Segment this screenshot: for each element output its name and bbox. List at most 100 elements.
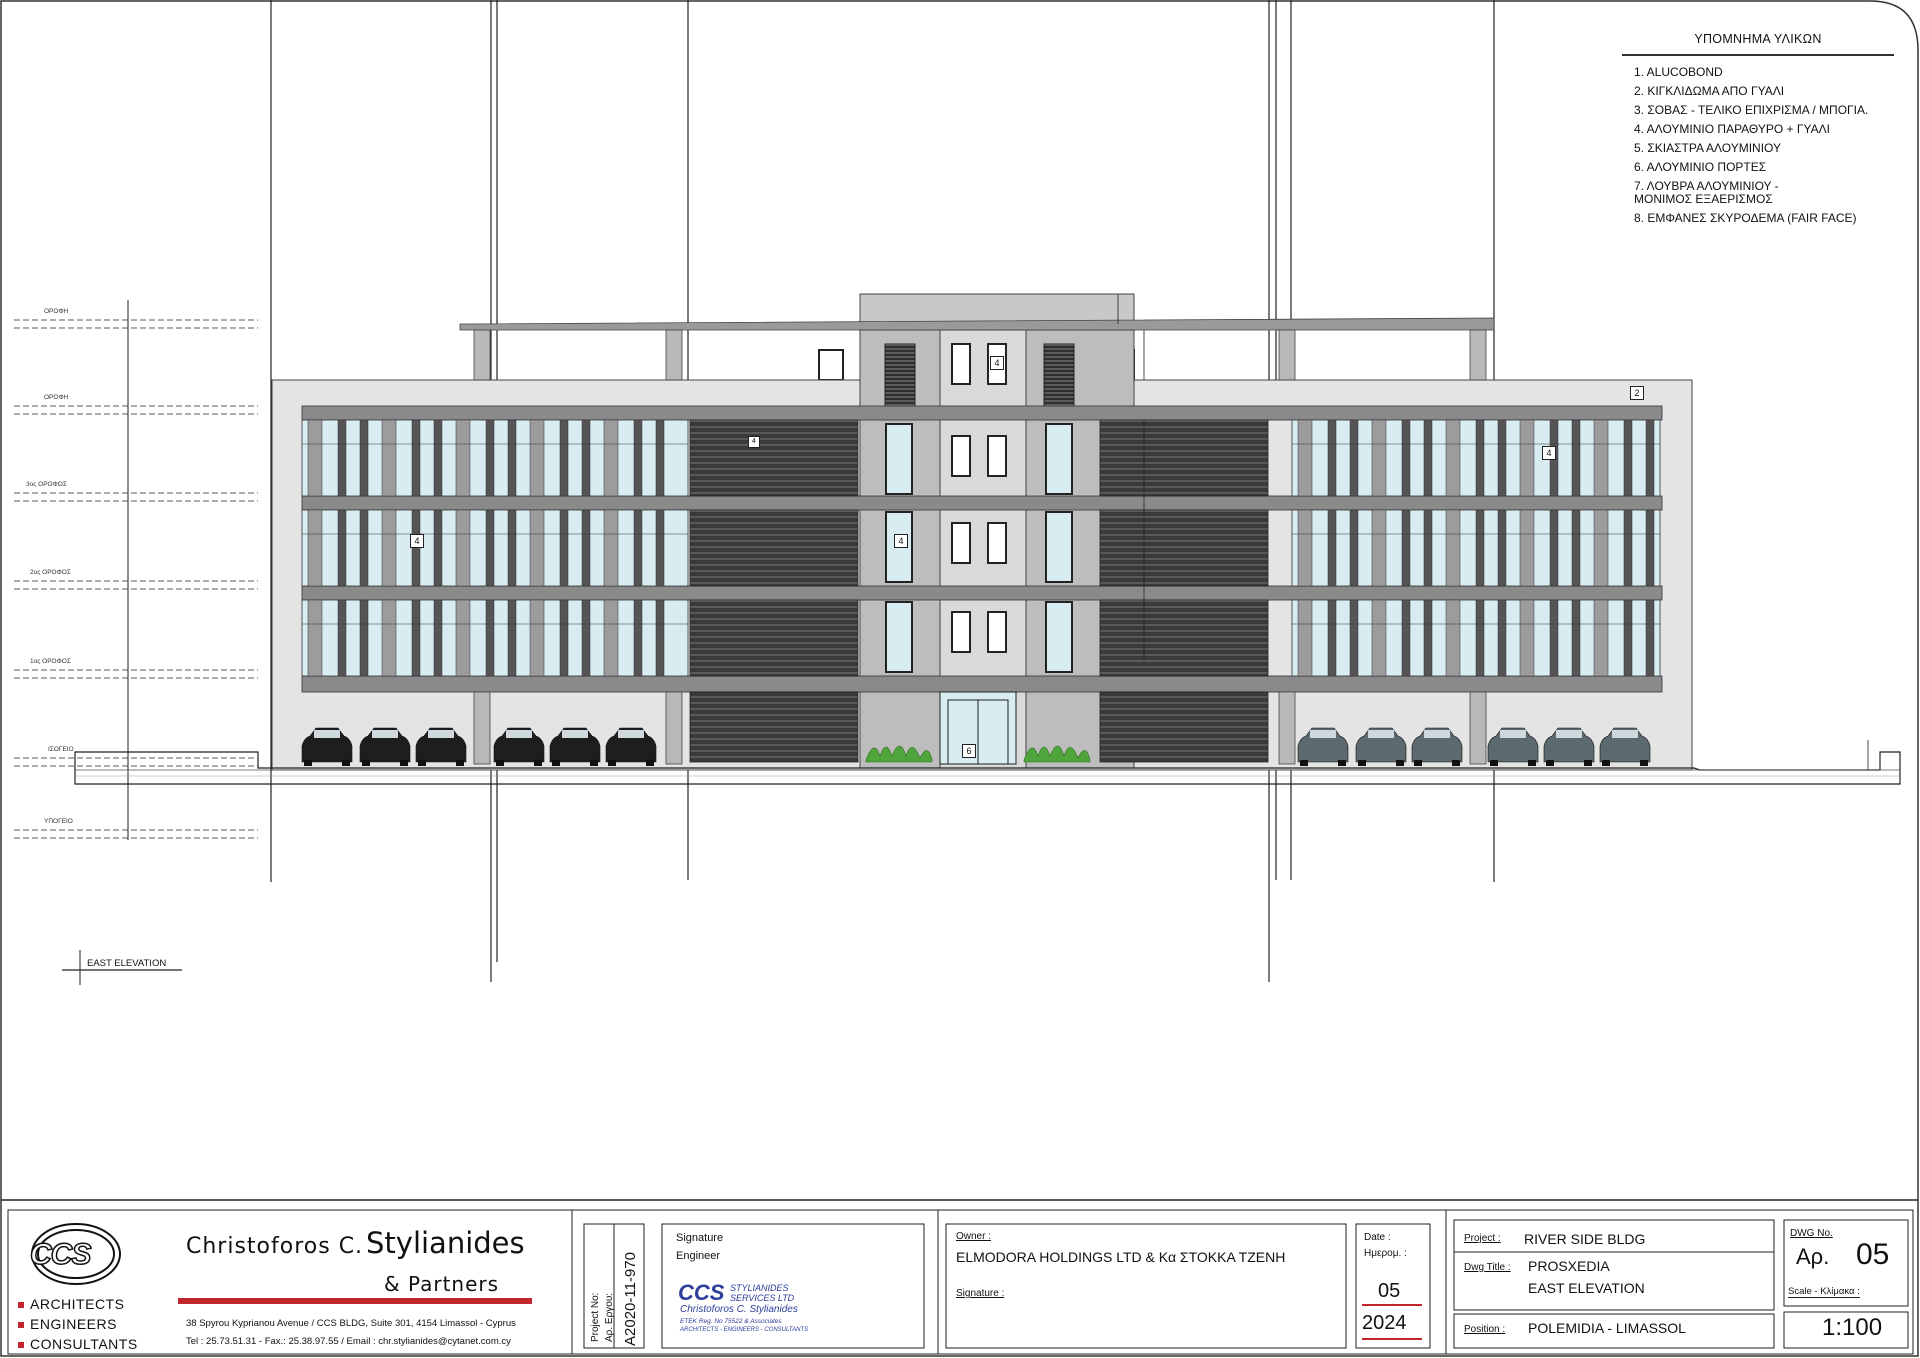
- mullion: [1475, 599, 1485, 677]
- mullion: [1623, 509, 1633, 587]
- mullion: [1549, 599, 1559, 677]
- mullion: [411, 599, 421, 677]
- material-tag: 4: [990, 356, 1004, 370]
- mullion: [633, 509, 643, 587]
- mullion: [581, 419, 591, 497]
- position-label: Position :: [1464, 1324, 1506, 1335]
- mullion: [1349, 419, 1359, 497]
- material-tag: 4: [410, 534, 424, 548]
- mullion: [1497, 509, 1507, 587]
- mullion: [485, 419, 495, 497]
- mullion: [581, 599, 591, 677]
- legend-item: 2. ΚΙΓΚΛΙΔΩΜΑ ΑΠΟ ΓΥΑΛΙ: [1634, 84, 1785, 98]
- mullion: [1297, 509, 1313, 587]
- core-window: [951, 435, 971, 477]
- level-label: 3ος ΟΡΟΦΟΣ: [26, 481, 67, 488]
- core-side-window: [885, 601, 913, 673]
- stamp-company: SERVICES LTD: [730, 1293, 795, 1303]
- mullion: [1445, 509, 1461, 587]
- date-month: 05: [1378, 1280, 1401, 1302]
- mullion: [381, 419, 397, 497]
- core-window: [951, 522, 971, 564]
- mullion: [1445, 419, 1461, 497]
- mullion: [1475, 419, 1485, 497]
- core-side-window: [1045, 601, 1073, 673]
- legend-item: 1. ALUCOBOND: [1634, 65, 1723, 79]
- level-label: 1ος ΟΡΟΦΟΣ: [30, 658, 71, 665]
- level-label: ΙΣΟΓΕΙΟ: [48, 746, 74, 753]
- mullion: [1645, 599, 1655, 677]
- core-window: [951, 343, 971, 385]
- dwg-title-line-1: PROSXEDIA: [1528, 1258, 1610, 1274]
- mullion: [559, 419, 569, 497]
- core-side-window: [1045, 423, 1073, 495]
- role-label: ENGINEERS: [30, 1316, 117, 1332]
- legend-item: 8. ΕΜΦΑΝΕΣ ΣΚΥΡΟΔΕΜΑ (FAIR FACE): [1634, 211, 1857, 225]
- mullion: [1371, 419, 1387, 497]
- mullion: [411, 509, 421, 587]
- dwg-title-label: Dwg Title :: [1464, 1262, 1511, 1273]
- mullion: [1445, 599, 1461, 677]
- core-side-window: [1045, 511, 1073, 583]
- mullion: [1327, 599, 1337, 677]
- mullion: [507, 599, 517, 677]
- position-value: POLEMIDIA - LIMASSOL: [1528, 1320, 1686, 1336]
- mullion: [1549, 509, 1559, 587]
- mullion: [485, 599, 495, 677]
- mullion: [1571, 509, 1581, 587]
- stamp-company: STYLIANIDES: [730, 1283, 789, 1293]
- mullion: [433, 509, 443, 587]
- mullion: [359, 509, 369, 587]
- dwg-no-label: DWG No.: [1790, 1228, 1833, 1239]
- role-label: CONSULTANTS: [30, 1336, 138, 1352]
- mullion: [337, 599, 347, 677]
- material-tag: 2: [1630, 386, 1644, 400]
- mullion: [433, 419, 443, 497]
- mullion: [529, 599, 545, 677]
- mullion: [381, 599, 397, 677]
- date-year: 2024: [1362, 1312, 1407, 1334]
- stamp-role: ARCHITECTS - ENGINEERS - CONSULTANTS: [680, 1327, 809, 1333]
- mullion: [603, 509, 619, 587]
- signature-label: Signature: [676, 1232, 724, 1244]
- mullion: [1519, 419, 1535, 497]
- dwg-no-value: 05: [1856, 1238, 1890, 1271]
- legend-item: 6. ΑΛΟΥΜΙΝΙΟ ΠΟΡΤΕΣ: [1634, 160, 1767, 174]
- stamp-registration: ETEK Reg. No 75522 & Associates: [680, 1318, 782, 1325]
- mullion: [1593, 509, 1609, 587]
- mullion: [1371, 599, 1387, 677]
- core-window: [987, 522, 1007, 564]
- mullion: [655, 509, 665, 587]
- core-side-window: [885, 423, 913, 495]
- dwg-no-prefix: Αρ.: [1796, 1244, 1830, 1269]
- mullion: [1571, 419, 1581, 497]
- drawing-sheet: ΥΠΟΜΝΗΜΑ ΥΛΙΚΩΝ 1. ALUCOBOND 2. ΚΙΓΚΛΙΔΩ…: [0, 0, 1920, 1358]
- mullion: [529, 419, 545, 497]
- core-window: [987, 611, 1007, 653]
- mullion: [603, 419, 619, 497]
- mullion: [655, 419, 665, 497]
- mullion: [1497, 419, 1507, 497]
- mullion: [1623, 599, 1633, 677]
- mullion: [655, 599, 665, 677]
- mullion: [1593, 419, 1609, 497]
- stamp-logo: CCS: [678, 1280, 725, 1305]
- level-label: ΥΠΟΓΕΙΟ: [44, 818, 73, 825]
- legend-title: ΥΠΟΜΝΗΜΑ ΥΛΙΚΩΝ: [1622, 30, 1894, 56]
- mullion: [359, 419, 369, 497]
- firm-partners: & Partners: [384, 1272, 500, 1296]
- mullion: [581, 509, 591, 587]
- mullion: [1327, 509, 1337, 587]
- mullion: [1349, 599, 1359, 677]
- mullion: [559, 599, 569, 677]
- mullion: [455, 509, 471, 587]
- mullion: [1423, 509, 1433, 587]
- mullion: [1423, 599, 1433, 677]
- legend-item: 4. ΑΛΟΥΜΙΝΙΟ ΠΑΡΑΘΥΡΟ + ΓΥΑΛΙ: [1634, 122, 1830, 136]
- mullion: [411, 419, 421, 497]
- mullion: [455, 599, 471, 677]
- owner-signature-label: Signature :: [956, 1288, 1005, 1299]
- core-window: [987, 435, 1007, 477]
- mullion: [433, 599, 443, 677]
- mullion: [559, 509, 569, 587]
